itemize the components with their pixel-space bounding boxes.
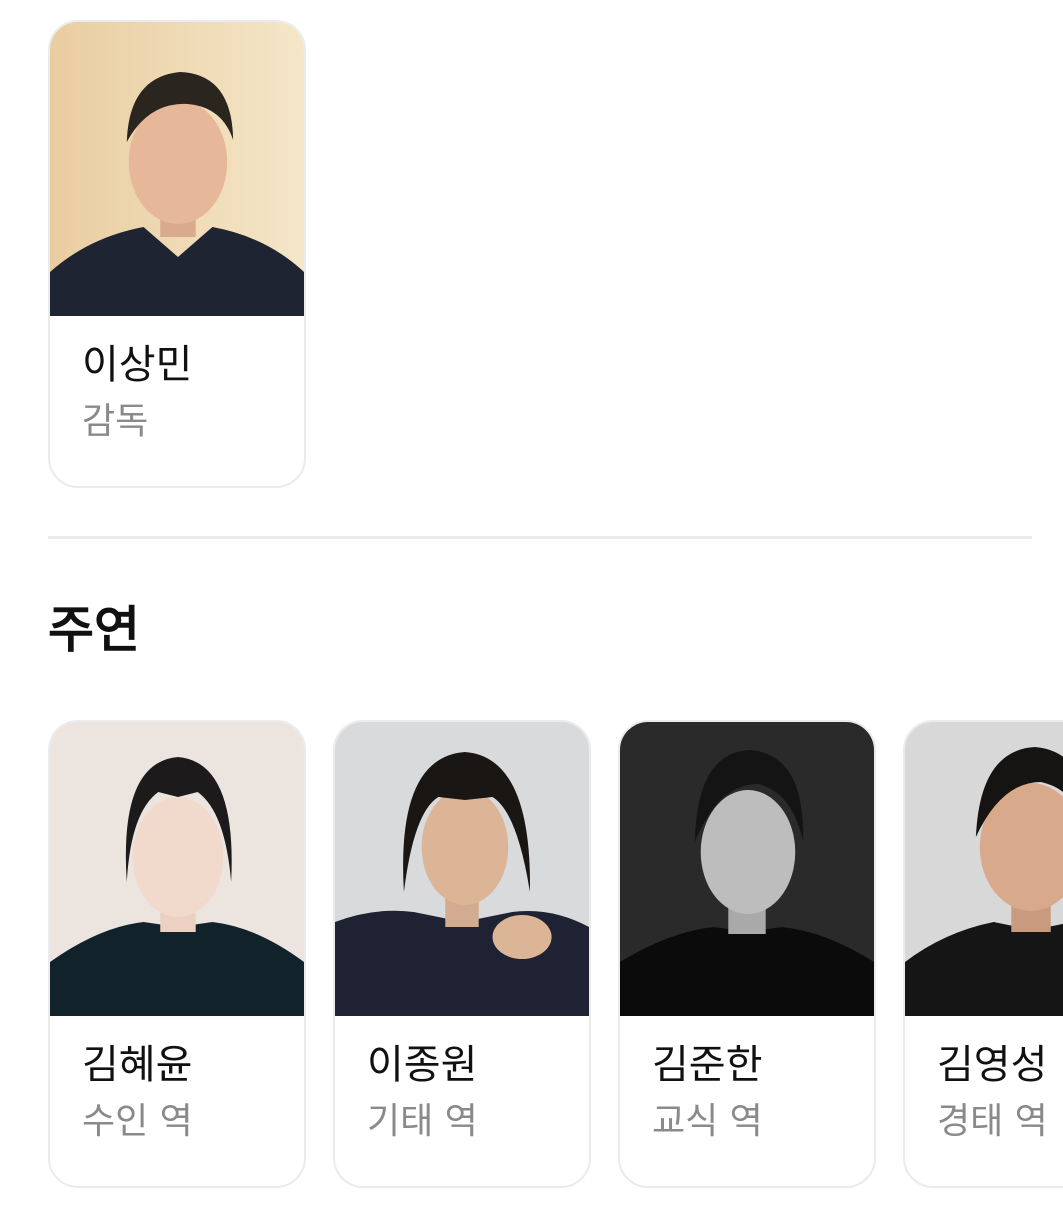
director-name: 이상민 (82, 342, 193, 388)
cast-info: 김준한 교식 역 (620, 1016, 874, 1186)
cast-name: 이종원 (367, 1042, 478, 1088)
cast-card[interactable]: 김혜윤 수인 역 (48, 720, 306, 1188)
cast-photo (50, 722, 304, 1016)
cast-info: 김혜윤 수인 역 (50, 1016, 304, 1186)
cast-card[interactable]: 김영성 경태 역 (903, 720, 1063, 1188)
cast-name: 김영성 (937, 1042, 1048, 1088)
director-photo (50, 22, 304, 316)
cast-section-title: 주연 (48, 601, 140, 659)
cast-photo (905, 722, 1063, 1016)
director-info: 이상민 감독 (50, 316, 304, 486)
cast-card[interactable]: 김준한 교식 역 (618, 720, 876, 1188)
section-divider (48, 536, 1032, 539)
cast-card[interactable]: 이종원 기태 역 (333, 720, 591, 1188)
cast-info: 이종원 기태 역 (335, 1016, 589, 1186)
cast-photo (620, 722, 874, 1016)
cast-name: 김준한 (652, 1042, 763, 1088)
cast-role: 수인 역 (82, 1101, 193, 1142)
page: 이상민 감독 주연 김혜윤 수인 역 이종원 기태 역 김준한 교식 역 김영성… (0, 0, 1063, 1206)
cast-info: 김영성 경태 역 (905, 1016, 1063, 1186)
director-role: 감독 (82, 401, 149, 442)
cast-role: 교식 역 (652, 1101, 763, 1142)
cast-role: 경태 역 (937, 1101, 1048, 1142)
cast-photo (335, 722, 589, 1016)
director-card[interactable]: 이상민 감독 (48, 20, 306, 488)
cast-role: 기태 역 (367, 1101, 478, 1142)
cast-name: 김혜윤 (82, 1042, 193, 1088)
